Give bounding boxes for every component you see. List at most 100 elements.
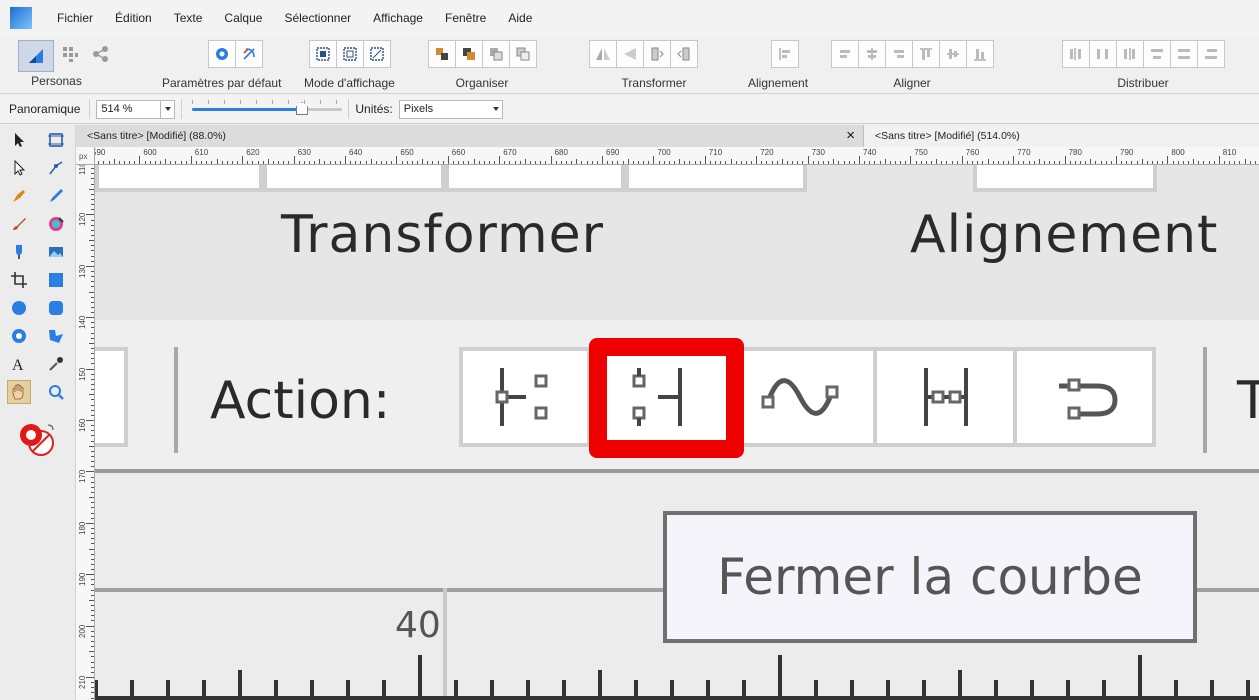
zoomed-button	[95, 165, 263, 192]
menu-affichage[interactable]: Affichage	[362, 11, 434, 25]
defaults-revert-icon[interactable]	[234, 40, 263, 68]
pixel-persona-icon[interactable]	[53, 40, 87, 68]
zoom-dropdown-button[interactable]	[160, 100, 174, 118]
flip-horizontal-icon[interactable]	[589, 40, 617, 68]
ellipse-tool-icon[interactable]	[7, 296, 31, 320]
rotate-left-icon[interactable]	[643, 40, 671, 68]
zoom-combo[interactable]: 514 %	[96, 99, 176, 119]
align-middle-icon[interactable]	[939, 40, 967, 68]
brush-tool-icon[interactable]	[7, 212, 31, 236]
distribute-h-center-icon[interactable]	[1089, 40, 1117, 68]
ruler-tick	[86, 574, 94, 576]
ruler-tick	[206, 161, 208, 164]
align-right-icon[interactable]	[885, 40, 913, 68]
ruler-tick	[89, 548, 94, 550]
ruler-tick	[1213, 161, 1215, 164]
ruler-tick	[1157, 161, 1159, 164]
fill-stroke-swatch-icon[interactable]	[18, 421, 58, 459]
affinity-logo-icon[interactable]	[10, 7, 32, 29]
ruler-tick	[1167, 156, 1169, 164]
crop-tool-icon[interactable]	[7, 268, 31, 292]
canvas[interactable]: Transformer Alignement Action: T 40 Ferm…	[95, 165, 1259, 700]
ruler-tick	[91, 507, 94, 509]
distribute-h-left-icon[interactable]	[1062, 40, 1090, 68]
ruler-label: 770	[1017, 148, 1031, 157]
view-mode-pixels-icon[interactable]	[308, 40, 337, 68]
move-tool-icon[interactable]	[7, 128, 31, 152]
view-tool-icon[interactable]	[7, 380, 31, 404]
close-icon[interactable]: ×	[846, 127, 855, 144]
ruler-tick	[334, 161, 336, 164]
place-image-tool-icon[interactable]	[44, 240, 68, 264]
document-tab-active[interactable]: <Sans titre> [Modifié] (514.0%)	[863, 125, 1259, 147]
pencil-tool-icon[interactable]	[44, 184, 68, 208]
zoom-tool-icon[interactable]	[44, 380, 68, 404]
color-swatches[interactable]	[18, 421, 58, 459]
export-persona-icon[interactable]	[86, 40, 116, 68]
menu-calque[interactable]: Calque	[213, 11, 273, 25]
arrange-back-icon[interactable]	[428, 40, 456, 68]
ruler-tick	[278, 161, 280, 164]
menu-aide[interactable]: Aide	[497, 11, 543, 25]
align-top-icon[interactable]	[912, 40, 940, 68]
shapes-tool-icon[interactable]	[44, 324, 68, 348]
units-select[interactable]: Pixels	[398, 99, 503, 119]
menu-selectionner[interactable]: Sélectionner	[273, 11, 362, 25]
ruler-tick	[452, 161, 454, 164]
donut-tool-icon[interactable]	[7, 324, 31, 348]
distribute-v-top-icon[interactable]	[1143, 40, 1171, 68]
ruler-tick	[91, 198, 94, 200]
ruler-tick	[350, 161, 352, 164]
defaults-sync-icon[interactable]	[207, 40, 236, 68]
rectangle-tool-icon[interactable]	[44, 268, 68, 292]
ruler-tick	[735, 161, 737, 164]
align-left-icon[interactable]	[831, 40, 859, 68]
view-mode-retina-icon[interactable]	[335, 40, 364, 68]
ruler-tick	[170, 161, 172, 164]
alignment-icon[interactable]	[771, 40, 800, 68]
document-tab[interactable]: <Sans titre> [Modifié] (88.0%) ×	[76, 125, 863, 147]
ruler-tick	[637, 161, 639, 164]
ruler-tick	[715, 161, 717, 164]
zoomed-alignment-label: Alignement	[910, 205, 1219, 265]
ruler-tick	[365, 161, 367, 164]
corner-tool-icon[interactable]	[44, 156, 68, 180]
zoom-slider[interactable]	[192, 99, 343, 119]
zoomed-tick	[850, 680, 854, 700]
rotate-right-icon[interactable]	[670, 40, 698, 68]
node-tool-icon[interactable]	[7, 156, 31, 180]
ruler-label: 640	[349, 148, 363, 157]
ruler-tick	[91, 301, 94, 303]
ruler-tick	[730, 159, 732, 164]
ruler-tick	[1244, 159, 1246, 164]
distribute-h-right-icon[interactable]	[1116, 40, 1144, 68]
ruler-tick	[175, 161, 177, 164]
arrange-forward-icon[interactable]	[482, 40, 510, 68]
rounded-rectangle-tool-icon[interactable]	[44, 296, 68, 320]
artboard-tool-icon[interactable]	[44, 128, 68, 152]
pen-tool-icon[interactable]	[7, 184, 31, 208]
align-bottom-icon[interactable]	[966, 40, 994, 68]
arrange-backward-icon[interactable]	[455, 40, 483, 68]
fill-tool-icon[interactable]	[44, 212, 68, 236]
color-picker-tool-icon[interactable]	[44, 352, 68, 376]
align-center-icon[interactable]	[858, 40, 886, 68]
menu-texte[interactable]: Texte	[163, 11, 214, 25]
ruler-tick	[91, 363, 94, 365]
ruler-label: 710	[708, 148, 723, 157]
menu-fichier[interactable]: Fichier	[46, 11, 104, 25]
text-tool-icon[interactable]: A	[7, 352, 31, 376]
distribute-v-bottom-icon[interactable]	[1197, 40, 1225, 68]
ruler-tick	[91, 553, 94, 555]
ruler-tick	[91, 270, 94, 272]
designer-persona-icon[interactable]	[18, 40, 54, 72]
flip-vertical-icon[interactable]	[616, 40, 644, 68]
ruler-tick	[684, 161, 686, 164]
ruler-tick	[524, 159, 526, 164]
arrange-front-icon[interactable]	[509, 40, 537, 68]
transparency-tool-icon[interactable]	[7, 240, 31, 264]
menu-edition[interactable]: Édition	[104, 11, 163, 25]
distribute-v-center-icon[interactable]	[1170, 40, 1198, 68]
menu-fenetre[interactable]: Fenêtre	[434, 11, 497, 25]
view-mode-outline-icon[interactable]	[362, 40, 391, 68]
